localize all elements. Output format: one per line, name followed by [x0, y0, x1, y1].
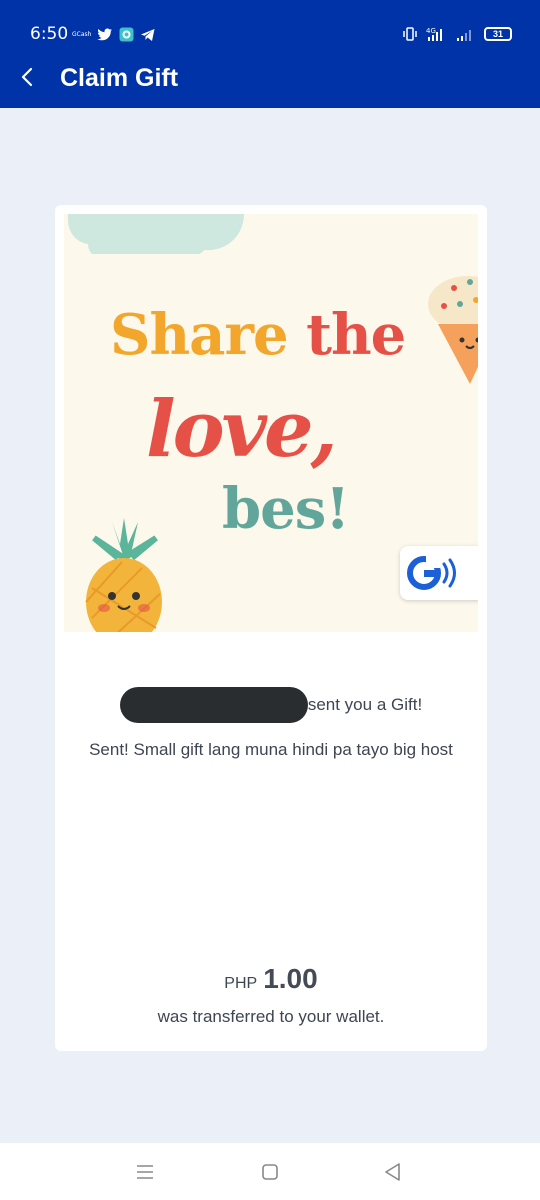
telegram-icon	[141, 28, 155, 41]
system-icons: 4G 31	[402, 26, 512, 42]
square-home-icon	[262, 1164, 278, 1180]
currency-label: PHP	[224, 975, 258, 992]
system-navigation-bar	[0, 1143, 540, 1200]
signal-4g-icon: 4G	[426, 27, 442, 41]
gift-message: Sent! Small gift lang muna hindi pa tayo…	[89, 740, 453, 759]
app-bar: Claim Gift	[0, 48, 540, 108]
triangle-back-icon	[385, 1163, 400, 1181]
gcash-logo-chip	[400, 546, 478, 600]
cloud-decoration	[68, 214, 244, 254]
transfer-note: was transferred to your wallet.	[157, 1007, 385, 1026]
svg-text:4G: 4G	[426, 27, 436, 35]
gift-amount: PHP 1.00	[55, 963, 487, 995]
pineapple-illustration	[85, 518, 162, 632]
messenger-app-icon	[119, 27, 134, 42]
redacted-sender-name	[119, 687, 308, 723]
recent-apps-button[interactable]	[134, 1161, 156, 1183]
page-title: Claim Gift	[60, 64, 179, 92]
amount-value: 1.00	[263, 963, 318, 994]
back-nav-button[interactable]	[382, 1161, 404, 1183]
signal-strength-icon	[457, 30, 471, 41]
gcash-logo-icon	[407, 556, 456, 590]
battery-icon: 31	[484, 27, 512, 41]
banner-headline-share-the: Share the	[110, 302, 406, 368]
home-button[interactable]	[259, 1161, 281, 1183]
banner-headline-love: love,	[146, 384, 338, 475]
sender-row: sent you a Gift!	[55, 687, 487, 723]
vibrate-icon	[403, 27, 417, 41]
menu-icon	[137, 1165, 153, 1179]
ice-cream-illustration	[428, 276, 478, 384]
back-arrow-icon	[21, 67, 33, 87]
sender-gift-text: sent you a Gift!	[307, 695, 423, 714]
twitter-icon	[97, 28, 113, 40]
gift-card: Share the love, bes! sent you a Gift! Se…	[55, 205, 487, 1051]
status-bar: 6:50 GCash 4G 31	[0, 0, 540, 48]
gift-banner-image: Share the love, bes!	[64, 214, 478, 632]
status-time: 6:50	[30, 24, 69, 44]
banner-headline-bes: bes!	[222, 476, 350, 542]
gcash-notification-label: GCash	[72, 31, 92, 38]
back-button[interactable]	[14, 62, 44, 92]
notification-icons: GCash	[72, 27, 156, 42]
